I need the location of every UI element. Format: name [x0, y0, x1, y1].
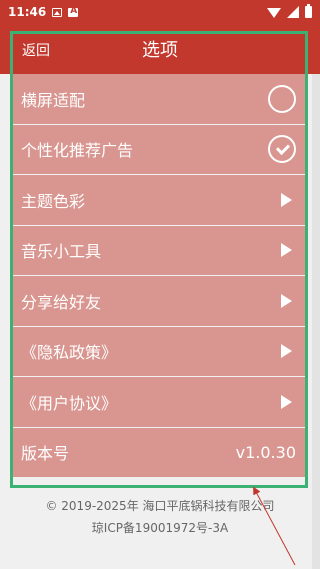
- arrow-right-icon: [281, 293, 292, 308]
- footer: © 2019-2025年 海口平底锅科技有限公司 琼ICP备19001972号-…: [0, 495, 320, 539]
- option-label: 横屏适配: [21, 90, 86, 110]
- wifi-icon: [267, 8, 281, 18]
- arrow-right-icon: [281, 192, 292, 207]
- option-personalized-ads[interactable]: 个性化推荐广告: [10, 124, 308, 175]
- option-landscape-adapt[interactable]: 横屏适配: [10, 74, 308, 125]
- arrow-right-icon: [281, 344, 292, 359]
- gallery-icon: [52, 7, 63, 17]
- icp-text: 琼ICP备19001972号-3A: [91, 521, 229, 535]
- option-version: 版本号 v1.0.30: [10, 427, 308, 478]
- battery-icon: [305, 4, 312, 18]
- option-label: 主题色彩: [21, 191, 86, 211]
- alert-icon: [68, 6, 79, 17]
- header-bar: 返回 选项: [0, 24, 320, 74]
- option-user-agreement[interactable]: 《用户协议》: [10, 377, 308, 428]
- circle-icon[interactable]: [268, 84, 296, 113]
- options-list: 横屏适配 个性化推荐广告 主题色彩 音乐小工具 分享给好友 《隐私政策》 《用户…: [10, 74, 308, 478]
- status-time: 11:46: [8, 5, 47, 19]
- option-music-widget[interactable]: 音乐小工具: [10, 225, 308, 276]
- status-bar: 11:46: [0, 0, 320, 24]
- option-label: 音乐小工具: [21, 242, 102, 262]
- option-privacy-policy[interactable]: 《隐私政策》: [10, 326, 308, 377]
- option-label: 《用户协议》: [21, 393, 118, 413]
- check-icon[interactable]: [268, 135, 296, 164]
- version-label: 版本号: [21, 444, 70, 464]
- option-label: 分享给好友: [21, 292, 102, 312]
- option-share-friends[interactable]: 分享给好友: [10, 276, 308, 327]
- page-title: 选项: [142, 40, 178, 61]
- option-label: 个性化推荐广告: [21, 141, 134, 161]
- copyright-text: © 2019-2025年 海口平底锅科技有限公司: [45, 499, 275, 513]
- arrow-right-icon: [281, 243, 292, 258]
- option-label: 《隐私政策》: [21, 343, 118, 363]
- version-value: v1.0.30: [235, 442, 296, 462]
- signal-icon: [287, 6, 299, 18]
- arrow-right-icon: [281, 394, 292, 409]
- option-theme-color[interactable]: 主题色彩: [10, 175, 308, 226]
